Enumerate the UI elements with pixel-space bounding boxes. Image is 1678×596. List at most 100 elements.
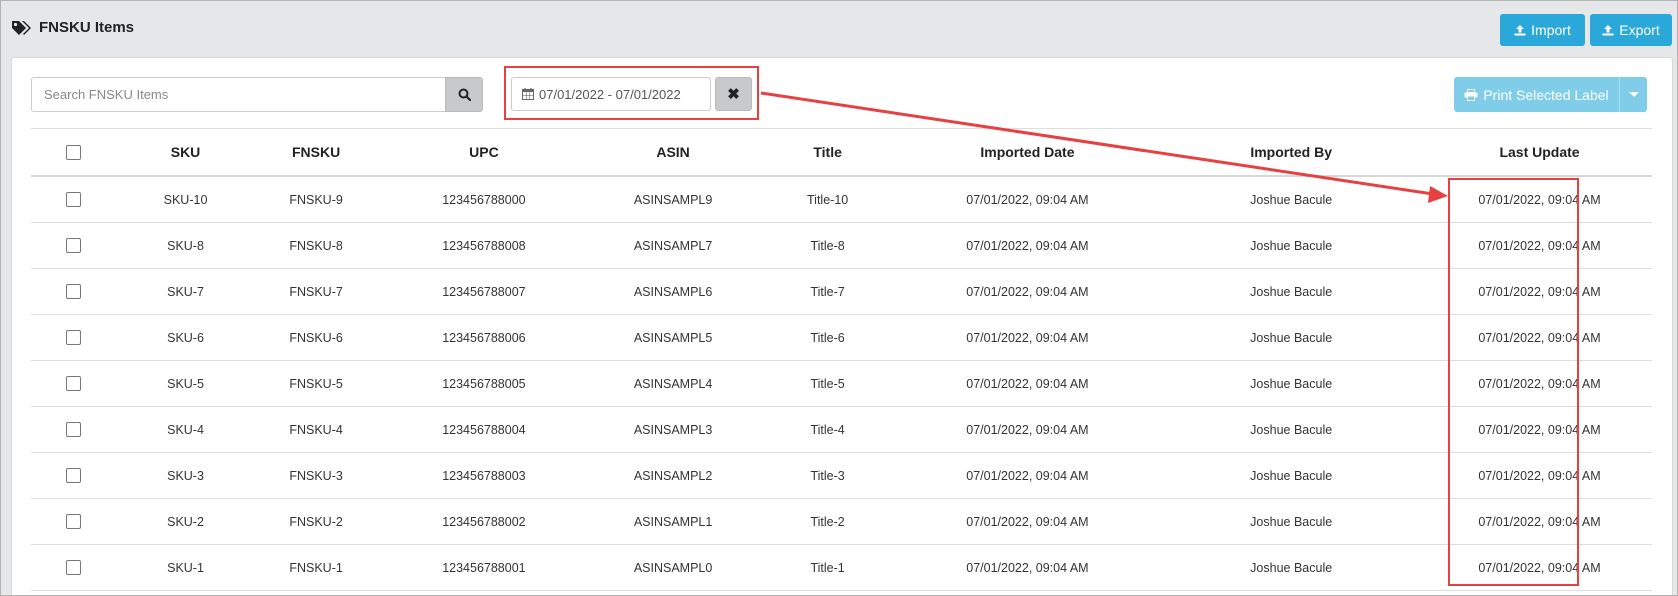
cell-asin: ASINSAMPL2 — [590, 452, 756, 499]
row-checkbox[interactable] — [66, 330, 82, 346]
cell-upc: 123456788003 — [377, 452, 591, 499]
table-row: SKU-6 FNSKU-6 123456788006 ASINSAMPL5 Ti… — [31, 314, 1652, 361]
cell-upc: 123456788002 — [377, 498, 591, 545]
cell-asin: ASINSAMPL5 — [590, 314, 756, 361]
cell-imported-date: 07/01/2022, 09:04 AM — [899, 360, 1156, 407]
table-row: SKU-3 FNSKU-3 123456788003 ASINSAMPL2 Ti… — [31, 452, 1652, 499]
cell-imported-by: Joshue Bacule — [1155, 268, 1428, 315]
row-select-cell — [31, 544, 117, 591]
annotation-box-last-update — [1448, 178, 1579, 586]
cell-imported-by: Joshue Bacule — [1155, 498, 1428, 545]
row-select-cell — [31, 452, 117, 499]
cell-upc: 123456788000 — [377, 176, 591, 223]
row-select-cell — [31, 314, 117, 361]
table-row: SKU-5 FNSKU-5 123456788005 ASINSAMPL4 Ti… — [31, 360, 1652, 407]
table-row: SKU-8 FNSKU-8 123456788008 ASINSAMPL7 Ti… — [31, 222, 1652, 269]
cell-imported-by: Joshue Bacule — [1155, 314, 1428, 361]
cell-imported-date: 07/01/2022, 09:04 AM — [899, 268, 1156, 315]
cell-upc: 123456788001 — [377, 544, 591, 591]
row-checkbox[interactable] — [66, 468, 82, 484]
cell-title: Title-2 — [755, 498, 900, 545]
cell-imported-date: 07/01/2022, 09:04 AM — [899, 406, 1156, 453]
import-label: Import — [1531, 22, 1571, 38]
column-header-asin[interactable]: ASIN — [590, 128, 756, 177]
row-checkbox[interactable] — [66, 514, 82, 530]
print-label-text: Print Selected Label — [1483, 86, 1609, 103]
search-input[interactable] — [31, 77, 445, 112]
cell-fnsku: FNSKU-3 — [254, 452, 378, 499]
cell-asin: ASINSAMPL9 — [590, 176, 756, 223]
cell-fnsku: FNSKU-9 — [254, 176, 378, 223]
cell-asin: ASINSAMPL6 — [590, 268, 756, 315]
annotation-box-date — [504, 66, 759, 120]
cell-sku: SKU-10 — [116, 176, 255, 223]
cell-imported-date: 07/01/2022, 09:04 AM — [899, 176, 1156, 223]
page-title: FNSKU Items — [11, 19, 134, 36]
cell-upc: 123456788006 — [377, 314, 591, 361]
cell-imported-by: Joshue Bacule — [1155, 176, 1428, 223]
upload-icon — [1514, 25, 1526, 36]
print-label-group: Print Selected Label — [1454, 77, 1647, 112]
select-all-checkbox[interactable] — [66, 145, 82, 161]
table-row: SKU-2 FNSKU-2 123456788002 ASINSAMPL1 Ti… — [31, 498, 1652, 545]
cell-sku: SKU-1 — [116, 544, 255, 591]
search-icon — [458, 88, 471, 101]
column-header-fnsku[interactable]: FNSKU — [254, 128, 378, 177]
search-button[interactable] — [445, 77, 483, 112]
column-header-imported-date[interactable]: Imported Date — [899, 128, 1156, 177]
row-checkbox[interactable] — [66, 192, 82, 208]
column-header-upc[interactable]: UPC — [377, 128, 591, 177]
column-header-sku[interactable]: SKU — [116, 128, 255, 177]
cell-sku: SKU-6 — [116, 314, 255, 361]
column-header-imported-by[interactable]: Imported By — [1155, 128, 1428, 177]
cell-sku: SKU-8 — [116, 222, 255, 269]
cell-asin: ASINSAMPL4 — [590, 360, 756, 407]
cell-upc: 123456788008 — [377, 222, 591, 269]
cell-imported-by: Joshue Bacule — [1155, 360, 1428, 407]
cell-sku: SKU-4 — [116, 406, 255, 453]
row-checkbox[interactable] — [66, 422, 82, 438]
import-button[interactable]: Import — [1500, 14, 1585, 46]
row-select-cell — [31, 222, 117, 269]
cell-fnsku: FNSKU-1 — [254, 544, 378, 591]
print-options-dropdown[interactable] — [1619, 77, 1647, 112]
cell-sku: SKU-3 — [116, 452, 255, 499]
cell-fnsku: FNSKU-2 — [254, 498, 378, 545]
export-button[interactable]: Export — [1590, 14, 1672, 46]
cell-title: Title-6 — [755, 314, 900, 361]
cell-imported-date: 07/01/2022, 09:04 AM — [899, 498, 1156, 545]
row-checkbox[interactable] — [66, 560, 82, 576]
cell-title: Title-1 — [755, 544, 900, 591]
cell-fnsku: FNSKU-5 — [254, 360, 378, 407]
cell-title: Title-8 — [755, 222, 900, 269]
row-checkbox[interactable] — [66, 284, 82, 300]
tags-icon — [11, 20, 31, 36]
print-icon — [1464, 88, 1478, 101]
app-window: FNSKU Items Import Export Search FNSKU I… — [0, 0, 1678, 596]
row-select-cell — [31, 176, 117, 223]
cell-imported-date: 07/01/2022, 09:04 AM — [899, 452, 1156, 499]
cell-upc: 123456788007 — [377, 268, 591, 315]
cell-imported-by: Joshue Bacule — [1155, 452, 1428, 499]
cell-asin: ASINSAMPL0 — [590, 544, 756, 591]
table-row: SKU-4 FNSKU-4 123456788004 ASINSAMPL3 Ti… — [31, 406, 1652, 453]
table-header-row: SKU FNSKU UPC ASIN Title Imported Date I… — [31, 128, 1652, 177]
export-label: Export — [1619, 22, 1660, 38]
cell-sku: SKU-7 — [116, 268, 255, 315]
cell-title: Title-4 — [755, 406, 900, 453]
cell-imported-by: Joshue Bacule — [1155, 222, 1428, 269]
cell-title: Title-3 — [755, 452, 900, 499]
column-header-last-update[interactable]: Last Update — [1427, 128, 1652, 177]
cell-imported-date: 07/01/2022, 09:04 AM — [899, 544, 1156, 591]
row-select-cell — [31, 406, 117, 453]
row-checkbox[interactable] — [66, 238, 82, 254]
cell-title: Title-5 — [755, 360, 900, 407]
cell-imported-date: 07/01/2022, 09:04 AM — [899, 314, 1156, 361]
cell-imported-by: Joshue Bacule — [1155, 406, 1428, 453]
print-selected-label-button[interactable]: Print Selected Label — [1454, 77, 1619, 112]
row-checkbox[interactable] — [66, 376, 82, 392]
select-all-cell — [31, 128, 117, 177]
column-header-title[interactable]: Title — [755, 128, 900, 177]
cell-fnsku: FNSKU-6 — [254, 314, 378, 361]
cell-sku: SKU-5 — [116, 360, 255, 407]
